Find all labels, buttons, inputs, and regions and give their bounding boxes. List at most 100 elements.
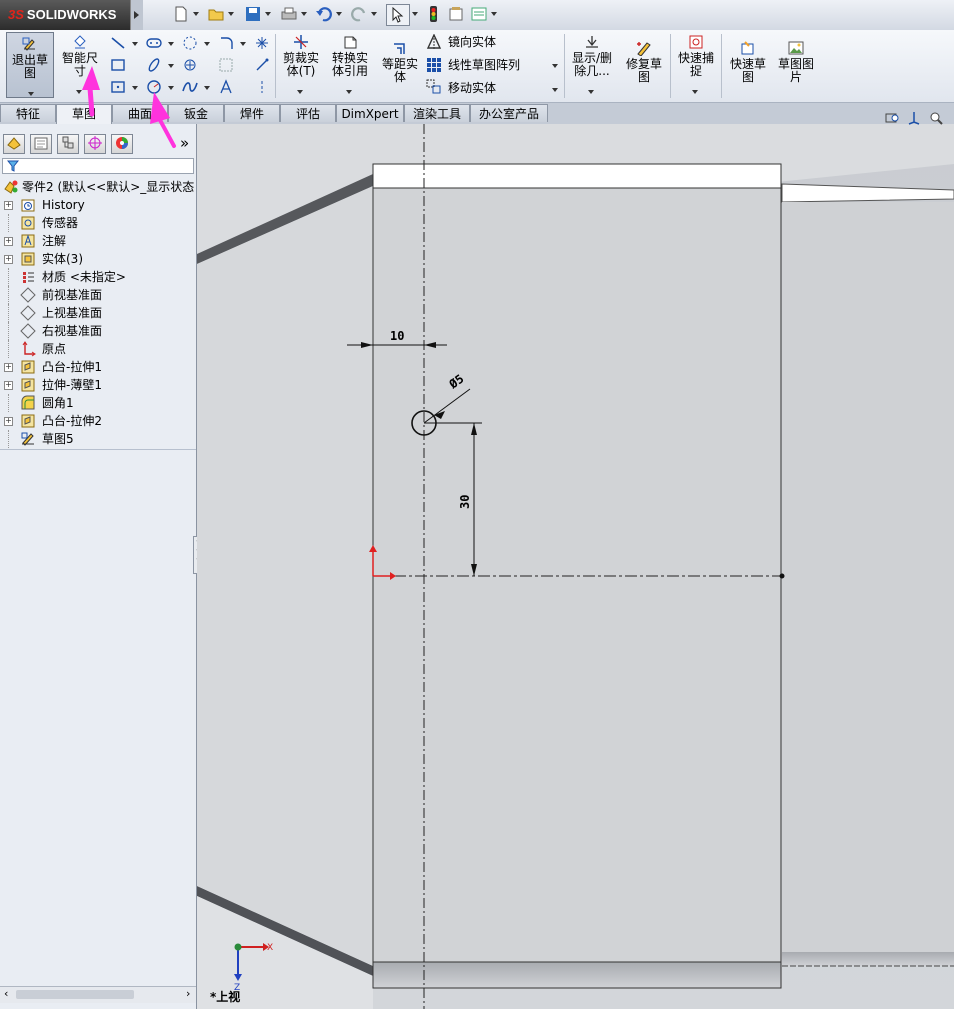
rebuild-traffic-light-icon[interactable]: [424, 5, 442, 23]
tab-office-products[interactable]: 办公室产品: [470, 104, 548, 122]
print-dropdown-arrow[interactable]: [301, 10, 308, 17]
linear-pattern-icon[interactable]: [426, 57, 442, 73]
tree-item[interactable]: 原点: [0, 340, 196, 358]
undo-icon[interactable]: [315, 5, 333, 23]
save-dropdown-arrow[interactable]: [265, 10, 272, 17]
polygon-icon[interactable]: [182, 35, 198, 51]
centerline-endpoint[interactable]: [779, 573, 785, 579]
move-dropdown[interactable]: [552, 86, 558, 92]
pattern-dropdown[interactable]: [552, 62, 558, 68]
options-icon[interactable]: [447, 5, 465, 23]
repair-sketch-button[interactable]: 修复草图: [622, 40, 666, 90]
tab-weldments[interactable]: 焊件: [224, 104, 280, 122]
print-icon[interactable]: [280, 5, 298, 23]
move-entities-icon[interactable]: [426, 79, 442, 95]
redo-dropdown-arrow[interactable]: [371, 10, 378, 17]
tree-expand-toggle[interactable]: +: [4, 237, 13, 246]
open-folder-icon[interactable]: [207, 5, 225, 23]
tree-item[interactable]: 圆角1: [0, 394, 196, 412]
line-icon[interactable]: [110, 35, 126, 51]
redo-icon[interactable]: [350, 5, 368, 23]
slot-icon[interactable]: [146, 35, 162, 51]
undo-dropdown-arrow[interactable]: [336, 10, 343, 17]
scroll-right-arrow[interactable]: ›: [186, 987, 190, 1000]
fillet-dropdown[interactable]: [240, 40, 246, 46]
dim-30-text[interactable]: 30: [458, 495, 472, 509]
tree-filter-field[interactable]: [2, 158, 194, 174]
tab-dimxpert[interactable]: DimXpert: [336, 104, 404, 122]
display-delete-dropdown[interactable]: [588, 88, 594, 94]
tree-item[interactable]: + 实体(3): [0, 250, 196, 268]
customize-icon[interactable]: [470, 5, 488, 23]
convert-dropdown[interactable]: [346, 88, 352, 94]
line-dropdown[interactable]: [132, 40, 138, 46]
scrollbar-thumb[interactable]: [16, 990, 134, 999]
tree-expand-toggle[interactable]: +: [4, 381, 13, 390]
tree-item[interactable]: 右视基准面: [0, 322, 196, 340]
zoom-area-icon[interactable]: [928, 110, 944, 126]
select-dropdown-arrow[interactable]: [412, 10, 419, 17]
tree-expand-toggle[interactable]: +: [4, 255, 13, 264]
tree-item[interactable]: 前视基准面: [0, 286, 196, 304]
triad-x-label: X: [267, 943, 273, 953]
point-icon[interactable]: [254, 35, 270, 51]
tree-item[interactable]: + 注解: [0, 232, 196, 250]
property-manager-tab[interactable]: [30, 134, 52, 154]
exit-sketch-dropdown[interactable]: [28, 90, 34, 96]
tree-expand-toggle[interactable]: +: [4, 201, 13, 210]
customize-dropdown-arrow[interactable]: [491, 10, 498, 17]
graphics-area[interactable]: 10 Ø5 30 X Z *上视: [197, 124, 954, 1009]
mirror-entities-label[interactable]: 镜向实体: [448, 34, 496, 50]
new-document-icon[interactable]: [172, 5, 190, 23]
polygon-dropdown[interactable]: [204, 40, 210, 46]
offset-entities-button[interactable]: 等距实体: [378, 40, 422, 90]
solidworks-logo[interactable]: 3S SOLIDWORKS: [0, 0, 130, 30]
construction-line-icon[interactable]: [254, 79, 270, 95]
feature-manager-tab[interactable]: [3, 134, 25, 154]
panel-horizontal-scrollbar[interactable]: ‹ ›: [0, 986, 196, 1003]
tree-item[interactable]: 传感器: [0, 214, 196, 232]
sketch-fillet-icon[interactable]: [218, 35, 234, 51]
sketch-picture-button[interactable]: 草图图片: [774, 40, 818, 90]
select-button[interactable]: [386, 4, 410, 26]
quick-snaps-button[interactable]: 快速捕捉: [674, 34, 718, 96]
quick-snaps-dropdown[interactable]: [692, 88, 698, 94]
main-front-face[interactable]: [372, 187, 782, 963]
tree-item[interactable]: + 凸台-拉伸1: [0, 358, 196, 376]
open-dropdown-arrow[interactable]: [228, 10, 235, 17]
tree-expand-toggle[interactable]: +: [4, 417, 13, 426]
tree-item[interactable]: 上视基准面: [0, 304, 196, 322]
spline-dropdown[interactable]: [204, 84, 210, 90]
dim-10-text[interactable]: 10: [390, 329, 404, 343]
tree-expand-toggle[interactable]: +: [4, 363, 13, 372]
tree-item[interactable]: 草图5: [0, 430, 196, 448]
construction-grid-icon[interactable]: [218, 57, 234, 73]
zoom-to-fit-icon[interactable]: [884, 110, 900, 126]
trim-dropdown[interactable]: [297, 88, 303, 94]
tab-features[interactable]: 特征: [0, 104, 56, 122]
save-icon[interactable]: [244, 5, 262, 23]
extrude-icon: [21, 414, 35, 428]
linear-pattern-label[interactable]: 线性草图阵列: [448, 57, 520, 73]
text-icon[interactable]: [218, 79, 234, 95]
convert-entities-button[interactable]: 转换实体引用: [328, 34, 372, 96]
tree-item[interactable]: + 拉伸-薄壁1: [0, 376, 196, 394]
tree-item[interactable]: + 凸台-拉伸2: [0, 412, 196, 430]
mirror-entities-icon[interactable]: [426, 34, 442, 50]
rapid-sketch-button[interactable]: 快速草图: [726, 40, 770, 90]
menu-expand-arrow[interactable]: [130, 0, 143, 30]
display-delete-relations-button[interactable]: 显示/删除几...: [568, 34, 616, 96]
tab-evaluate[interactable]: 评估: [280, 104, 336, 122]
centerline-icon[interactable]: [254, 57, 270, 73]
trim-entities-button[interactable]: 剪裁实体(T): [279, 34, 323, 96]
slot-dropdown[interactable]: [168, 40, 174, 46]
new-dropdown-arrow[interactable]: [193, 10, 200, 17]
view-orientation-icon[interactable]: [906, 110, 922, 126]
tree-item[interactable]: 材质 <未指定>: [0, 268, 196, 286]
tab-render-tools[interactable]: 渲染工具: [404, 104, 470, 122]
scroll-left-arrow[interactable]: ‹: [4, 987, 8, 1000]
tree-item[interactable]: + History: [0, 196, 196, 214]
tree-root-part[interactable]: 零件2 (默认<<默认>_显示状态: [0, 178, 196, 196]
exit-sketch-button[interactable]: 退出草图: [6, 32, 54, 98]
move-entities-label[interactable]: 移动实体: [448, 80, 496, 96]
